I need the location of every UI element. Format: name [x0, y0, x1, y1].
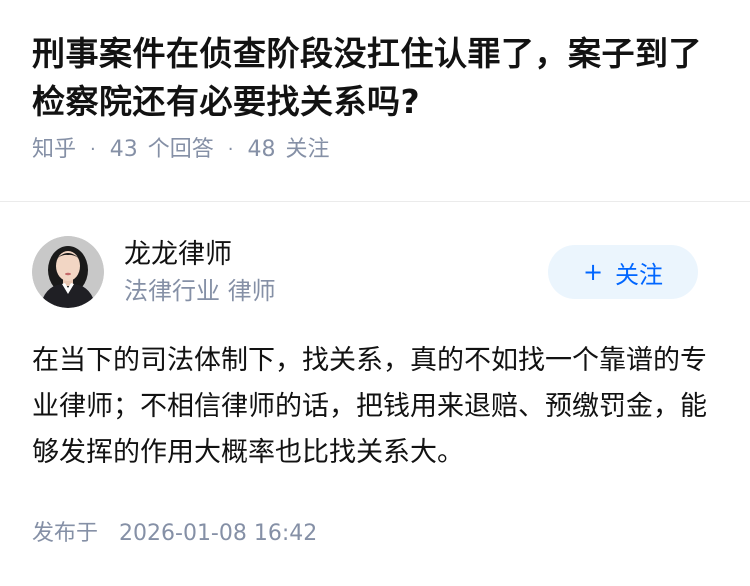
author-headline: 法律行业 律师	[124, 277, 276, 305]
question-meta: 知乎 · 43 个回答 · 48 关注	[32, 134, 718, 166]
section-divider	[0, 201, 750, 202]
question-title[interactable]: 刑事案件在侦查阶段没扛住认罪了，案子到了检察院还有必要找关系吗?	[32, 30, 718, 126]
zhihu-question-page: 刑事案件在侦查阶段没扛住认罪了，案子到了检察院还有必要找关系吗? 知乎 · 43…	[0, 0, 750, 586]
meta-separator: ·	[90, 139, 96, 160]
answer-content[interactable]: 在当下的司法体制下，找关系，真的不如找一个靠谱的专业律师；不相信律师的话，把钱用…	[32, 338, 712, 476]
author-info: 龙龙律师 法律行业 律师	[124, 237, 548, 307]
author-name[interactable]: 龙龙律师	[124, 237, 548, 273]
avatar-photo-icon	[32, 236, 104, 308]
published-time: 2026-01-08 16:42	[119, 521, 318, 546]
meta-separator: ·	[227, 139, 234, 160]
answer-card: 龙龙律师 法律行业 律师 + 关注 在当下的司法体制下，找关系，真的不如找一个靠…	[32, 236, 718, 476]
plus-icon: +	[582, 258, 604, 286]
answer-count: 43	[109, 137, 138, 162]
follow-button[interactable]: + 关注	[548, 245, 698, 299]
published-label: 发布于	[32, 521, 99, 546]
source-label[interactable]: 知乎	[32, 134, 76, 166]
follower-count: 48	[247, 137, 276, 162]
question-header: 刑事案件在侦查阶段没扛住认罪了，案子到了检察院还有必要找关系吗? 知乎 · 43…	[0, 0, 750, 166]
answer-count-label: 个回答	[147, 137, 214, 162]
author-row: 龙龙律师 法律行业 律师 + 关注	[32, 236, 718, 308]
author-avatar[interactable]	[32, 236, 104, 308]
answer-publish-time: 发布于 2026-01-08 16:42	[32, 518, 317, 550]
follower-count-label: 关注	[285, 137, 330, 162]
follow-button-label: 关注	[615, 260, 664, 289]
